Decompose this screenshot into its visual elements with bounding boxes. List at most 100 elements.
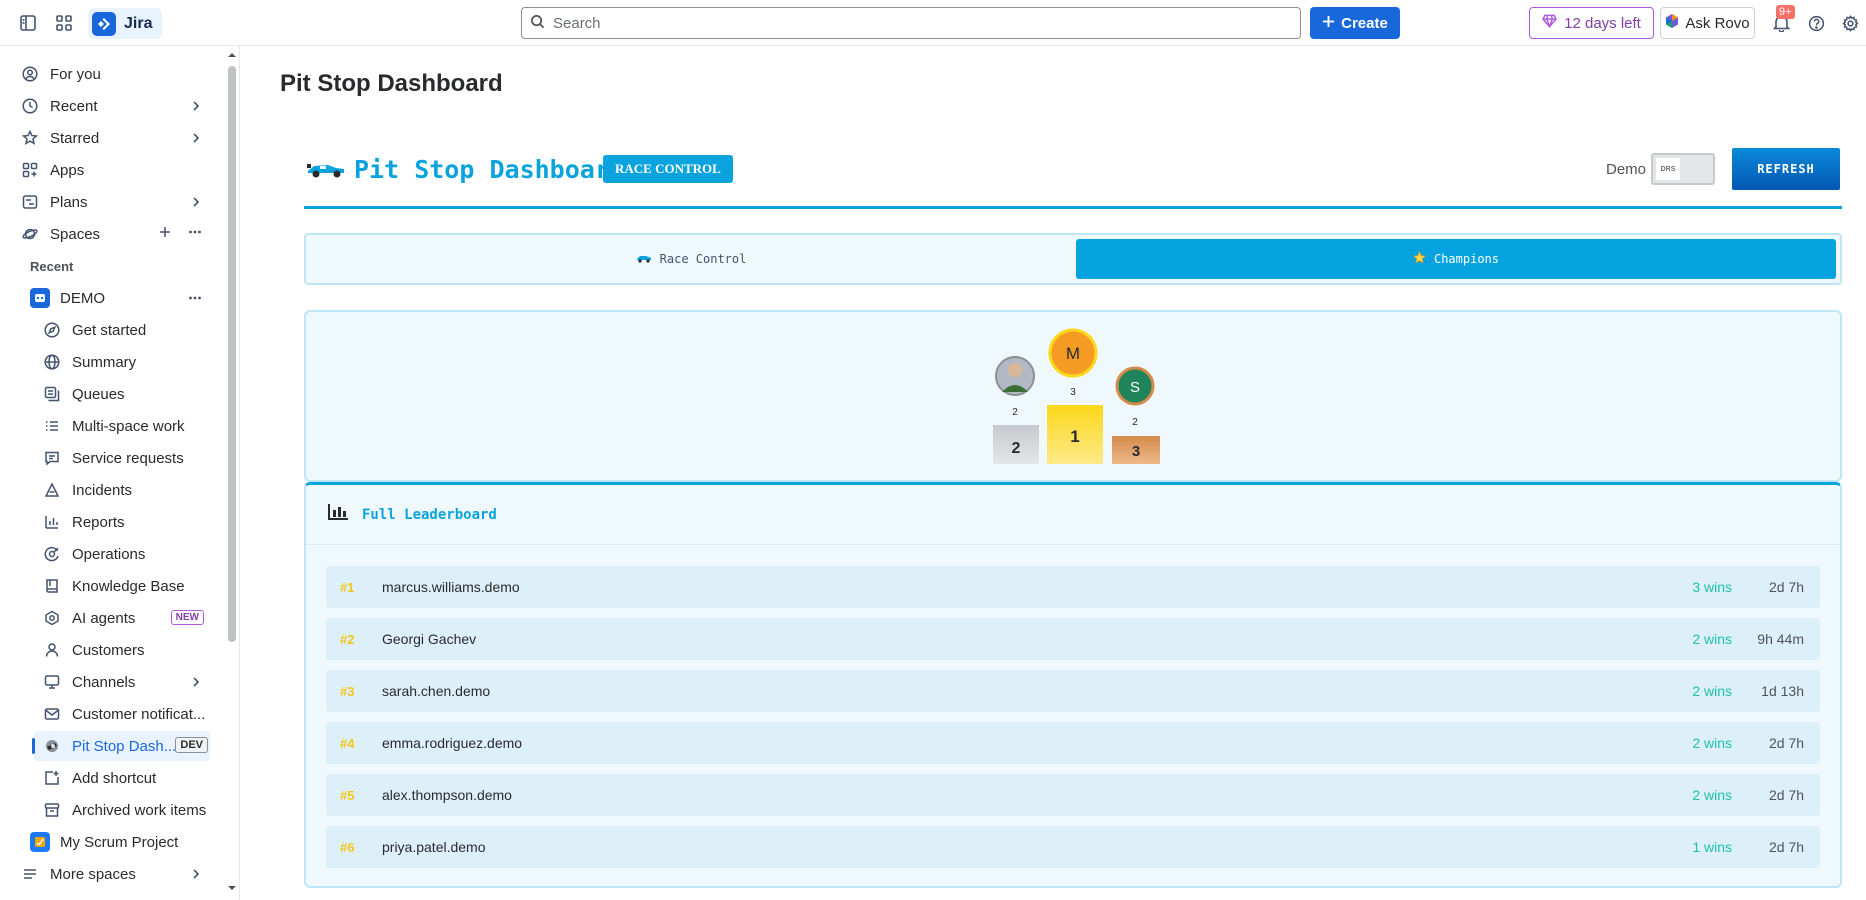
demo-label: Demo bbox=[1606, 161, 1647, 178]
leaderboard-row[interactable]: #5 alex.thompson.demo 2 wins 2d 7h bbox=[326, 774, 1820, 816]
apps-icon bbox=[18, 158, 42, 182]
trial-label: 12 days left bbox=[1564, 14, 1641, 32]
sidebar-item-queues[interactable]: Queues bbox=[34, 379, 210, 409]
podium-third-place: 3 bbox=[1132, 443, 1140, 460]
sidebar-item-add-shortcut[interactable]: Add shortcut bbox=[34, 763, 210, 793]
sidebar-item-ai-agents[interactable]: AI agents NEW bbox=[34, 603, 210, 633]
sidebar-item-spaces[interactable]: Spaces bbox=[10, 219, 210, 249]
tab-race-control[interactable]: Race Control bbox=[310, 239, 1072, 279]
chevron-right-icon[interactable] bbox=[190, 131, 202, 149]
globe-icon bbox=[40, 350, 64, 374]
sidebar-item-plans[interactable]: Plans bbox=[10, 187, 210, 217]
chevron-right-icon[interactable] bbox=[190, 99, 202, 117]
chat-icon bbox=[40, 446, 64, 470]
sidebar-item-customer-notifications[interactable]: Customer notificat... bbox=[34, 699, 210, 729]
settings-gear-icon[interactable] bbox=[1838, 11, 1862, 35]
person-icon bbox=[40, 638, 64, 662]
sidebar-item-channels[interactable]: Channels bbox=[34, 667, 210, 697]
podium-second: 2 2 bbox=[993, 356, 1039, 464]
sidebar-item-service-requests[interactable]: Service requests bbox=[34, 443, 210, 473]
champions-podium: 2 2 M 3 1 S 2 3 bbox=[304, 310, 1842, 482]
person-circle-icon bbox=[18, 62, 42, 86]
avatar-first-initial: M bbox=[1066, 344, 1080, 363]
leaderboard-row[interactable]: #6 priya.patel.demo 1 wins 2d 7h bbox=[326, 826, 1820, 868]
add-shortcut-icon bbox=[40, 766, 64, 790]
leaderboard-row[interactable]: #3 sarah.chen.demo 2 wins 1d 13h bbox=[326, 670, 1820, 712]
sidebar-space-demo[interactable]: DEMO bbox=[20, 283, 210, 313]
sidebar-item-knowledge-base[interactable]: Knowledge Base bbox=[34, 571, 210, 601]
compass-icon bbox=[40, 318, 64, 342]
demo-toggle[interactable]: DRS bbox=[1651, 153, 1715, 185]
more-options-icon[interactable] bbox=[188, 291, 202, 309]
driver-name: sarah.chen.demo bbox=[382, 683, 491, 699]
star-icon bbox=[18, 126, 42, 150]
sidebar-item-operations[interactable]: Operations bbox=[34, 539, 210, 569]
search-icon bbox=[530, 14, 545, 32]
wins: 2 wins bbox=[1692, 683, 1732, 699]
chevron-right-icon[interactable] bbox=[190, 195, 202, 213]
sidebar-scroll-thumb[interactable] bbox=[228, 66, 236, 642]
sidebar-item-label: Apps bbox=[50, 161, 85, 179]
sidebar-item-pit-stop-dashboard[interactable]: Pit Stop Dash... DEV bbox=[32, 731, 210, 761]
time: 2d 7h bbox=[1768, 735, 1804, 751]
jira-home-link[interactable]: Jira bbox=[88, 8, 163, 39]
new-badge: NEW bbox=[170, 610, 204, 625]
time: 2d 7h bbox=[1768, 787, 1804, 803]
ask-rovo-button[interactable]: Ask Rovo bbox=[1660, 7, 1755, 39]
refresh-button[interactable]: REFRESH bbox=[1732, 148, 1840, 190]
wins: 2 wins bbox=[1692, 787, 1732, 803]
create-button[interactable]: Create bbox=[1310, 7, 1400, 39]
sidebar-item-label: Starred bbox=[50, 129, 100, 147]
leaderboard-row[interactable]: #2 Georgi Gachev 2 wins 9h 44m bbox=[326, 618, 1820, 660]
jira-logo-icon bbox=[92, 11, 116, 36]
dashboard-header: Pit Stop Dashboard RACE CONTROL Demo DRS… bbox=[304, 147, 1842, 209]
app-switcher-icon[interactable] bbox=[52, 11, 76, 35]
driver-name: emma.rodriguez.demo bbox=[382, 735, 523, 751]
chevron-right-icon[interactable] bbox=[190, 675, 202, 693]
time: 2d 7h bbox=[1768, 839, 1804, 855]
podium-first: M 3 1 bbox=[1047, 328, 1103, 464]
leaderboard-row[interactable]: #1 marcus.williams.demo 3 wins 2d 7h bbox=[326, 566, 1820, 608]
operations-icon bbox=[40, 542, 64, 566]
sidebar-item-reports[interactable]: Reports bbox=[34, 507, 210, 537]
rovo-icon bbox=[1665, 13, 1679, 33]
sidebar-item-for-you[interactable]: For you bbox=[10, 59, 210, 89]
chevron-right-icon[interactable] bbox=[190, 867, 202, 885]
sidebar-toggle-icon[interactable] bbox=[16, 11, 40, 35]
search-input[interactable] bbox=[553, 14, 1300, 32]
sidebar: For you Recent Starred Apps Plans Spaces… bbox=[0, 46, 240, 900]
sidebar-item-incidents[interactable]: Incidents bbox=[34, 475, 210, 505]
full-leaderboard: Full Leaderboard #1 marcus.williams.demo… bbox=[304, 482, 1842, 888]
sidebar-item-multi-space-work[interactable]: Multi-space work bbox=[34, 411, 210, 441]
sidebar-item-customers[interactable]: Customers bbox=[34, 635, 210, 665]
leaderboard-title: Full Leaderboard bbox=[362, 507, 497, 523]
add-space-icon[interactable] bbox=[158, 225, 172, 243]
star-icon bbox=[1412, 250, 1426, 267]
sidebar-item-recent[interactable]: Recent bbox=[10, 91, 210, 121]
trial-button[interactable]: 12 days left bbox=[1529, 7, 1654, 39]
race-car-icon bbox=[306, 159, 346, 182]
help-icon[interactable] bbox=[1804, 11, 1828, 35]
leaderboard-row[interactable]: #4 emma.rodriguez.demo 2 wins 2d 7h bbox=[326, 722, 1820, 764]
sidebar-item-apps[interactable]: Apps bbox=[10, 155, 210, 185]
sidebar-item-label: Operations bbox=[72, 545, 146, 563]
tab-label: Champions bbox=[1433, 252, 1500, 266]
sidebar-item-summary[interactable]: Summary bbox=[34, 347, 210, 377]
rank: #5 bbox=[340, 787, 355, 803]
sidebar-item-starred[interactable]: Starred bbox=[10, 123, 210, 153]
sidebar-item-label: Customers bbox=[72, 641, 145, 659]
sidebar-item-label: My Scrum Project bbox=[60, 833, 179, 851]
sidebar-item-more-spaces[interactable]: More spaces bbox=[10, 859, 210, 889]
mail-icon bbox=[40, 702, 64, 726]
chart-icon bbox=[40, 510, 64, 534]
search-box[interactable] bbox=[521, 7, 1301, 39]
podium-third: S 2 3 bbox=[1112, 366, 1160, 464]
more-options-icon[interactable] bbox=[188, 225, 202, 243]
tab-champions[interactable]: Champions bbox=[1076, 239, 1836, 279]
sidebar-item-archived-work-items[interactable]: Archived work items bbox=[34, 795, 210, 825]
sidebar-item-get-started[interactable]: Get started bbox=[34, 315, 210, 345]
sidebar-item-label: Incidents bbox=[72, 481, 133, 499]
driver-name: marcus.williams.demo bbox=[382, 579, 520, 595]
time: 2d 7h bbox=[1768, 579, 1804, 595]
sidebar-space-my-scrum-project[interactable]: My Scrum Project bbox=[20, 827, 210, 857]
